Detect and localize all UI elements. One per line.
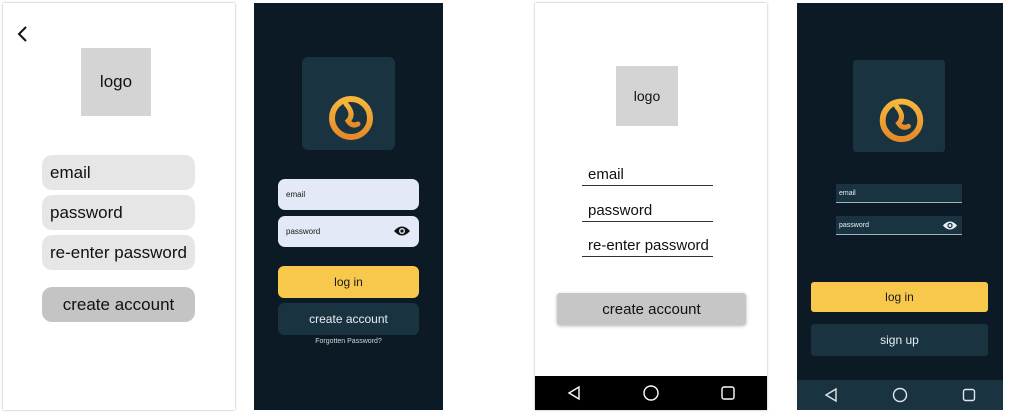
login-screen-dark: email password log in create account For…: [254, 3, 443, 410]
app-logo-b-icon: [302, 57, 395, 150]
password-input[interactable]: password: [836, 216, 962, 235]
password-field[interactable]: password: [582, 202, 713, 222]
email-input[interactable]: email: [278, 179, 419, 210]
signup-screen-wireframe: logo email password re-enter password cr…: [3, 3, 235, 410]
logo-placeholder: logo: [81, 48, 151, 116]
chevron-left-icon[interactable]: [15, 23, 31, 47]
signup-button[interactable]: sign up: [811, 324, 988, 356]
password-placeholder: password: [839, 221, 869, 229]
reenter-password-field[interactable]: re-enter password: [42, 235, 195, 270]
recents-square-icon[interactable]: [954, 384, 984, 406]
password-input[interactable]: password: [278, 216, 419, 247]
login-button[interactable]: log in: [811, 282, 988, 312]
back-triangle-icon[interactable]: [559, 382, 589, 404]
home-circle-icon[interactable]: [636, 382, 666, 404]
logo-placeholder: logo: [616, 66, 678, 126]
reenter-password-field[interactable]: re-enter password: [582, 237, 713, 257]
signup-screen-underlined: logo email password re-enter password cr…: [535, 3, 767, 410]
home-circle-icon[interactable]: [885, 384, 915, 406]
create-account-button[interactable]: create account: [278, 303, 419, 335]
login-button[interactable]: log in: [278, 266, 419, 298]
email-field[interactable]: email: [582, 166, 713, 186]
create-account-button[interactable]: create account: [42, 287, 195, 322]
login-screen-dark-underlined: email password log in sign up: [797, 3, 1003, 410]
create-account-button[interactable]: create account: [557, 293, 746, 325]
email-field[interactable]: email: [42, 155, 195, 190]
forgot-password-link[interactable]: Forgotten Password?: [254, 338, 443, 345]
eye-icon[interactable]: [393, 225, 411, 239]
back-triangle-icon[interactable]: [816, 384, 846, 406]
eye-icon[interactable]: [942, 220, 958, 233]
android-nav-bar: [535, 376, 767, 410]
app-logo-b-icon: [853, 60, 945, 152]
email-input[interactable]: email: [836, 184, 962, 203]
recents-square-icon[interactable]: [713, 382, 743, 404]
password-placeholder: password: [286, 227, 321, 236]
password-field[interactable]: password: [42, 195, 195, 230]
android-nav-bar: [797, 380, 1003, 410]
